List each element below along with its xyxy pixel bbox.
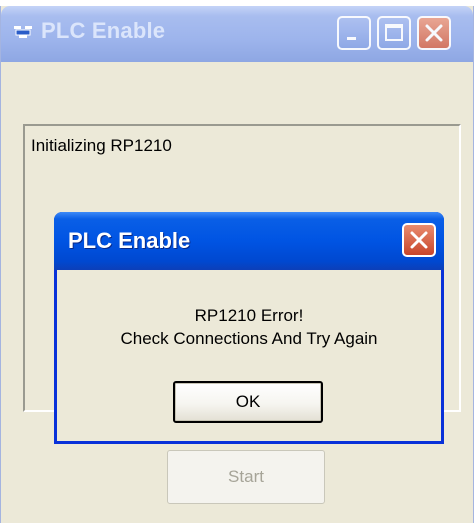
dialog-body: RP1210 Error! Check Connections And Try … — [57, 270, 441, 441]
start-button[interactable]: Start — [167, 450, 325, 504]
status-text: Initializing RP1210 — [31, 136, 172, 155]
close-icon — [425, 24, 443, 42]
dialog-message: RP1210 Error! Check Connections And Try … — [57, 304, 441, 350]
plc-app-icon — [14, 26, 32, 38]
maximize-icon — [385, 24, 403, 41]
maximize-button[interactable] — [377, 16, 411, 50]
dialog-title-bar[interactable]: PLC Enable — [54, 212, 444, 270]
close-icon — [410, 231, 428, 249]
main-window-title: PLC Enable — [41, 18, 166, 43]
screen: PLC Enable Initializing RP1210 Start PLC… — [0, 0, 476, 523]
main-title-bar[interactable]: PLC Enable — [1, 6, 473, 62]
error-dialog: PLC Enable RP1210 Error! Check Connectio… — [54, 212, 444, 444]
error-message-line1: RP1210 Error! — [194, 306, 304, 325]
dialog-title: PLC Enable — [68, 228, 191, 253]
ok-button[interactable]: OK — [173, 381, 323, 423]
minimize-button[interactable] — [337, 16, 371, 50]
minimize-icon — [347, 37, 356, 40]
dialog-close-button[interactable] — [402, 223, 436, 257]
error-message-line2: Check Connections And Try Again — [120, 329, 378, 348]
main-close-button[interactable] — [417, 16, 451, 50]
